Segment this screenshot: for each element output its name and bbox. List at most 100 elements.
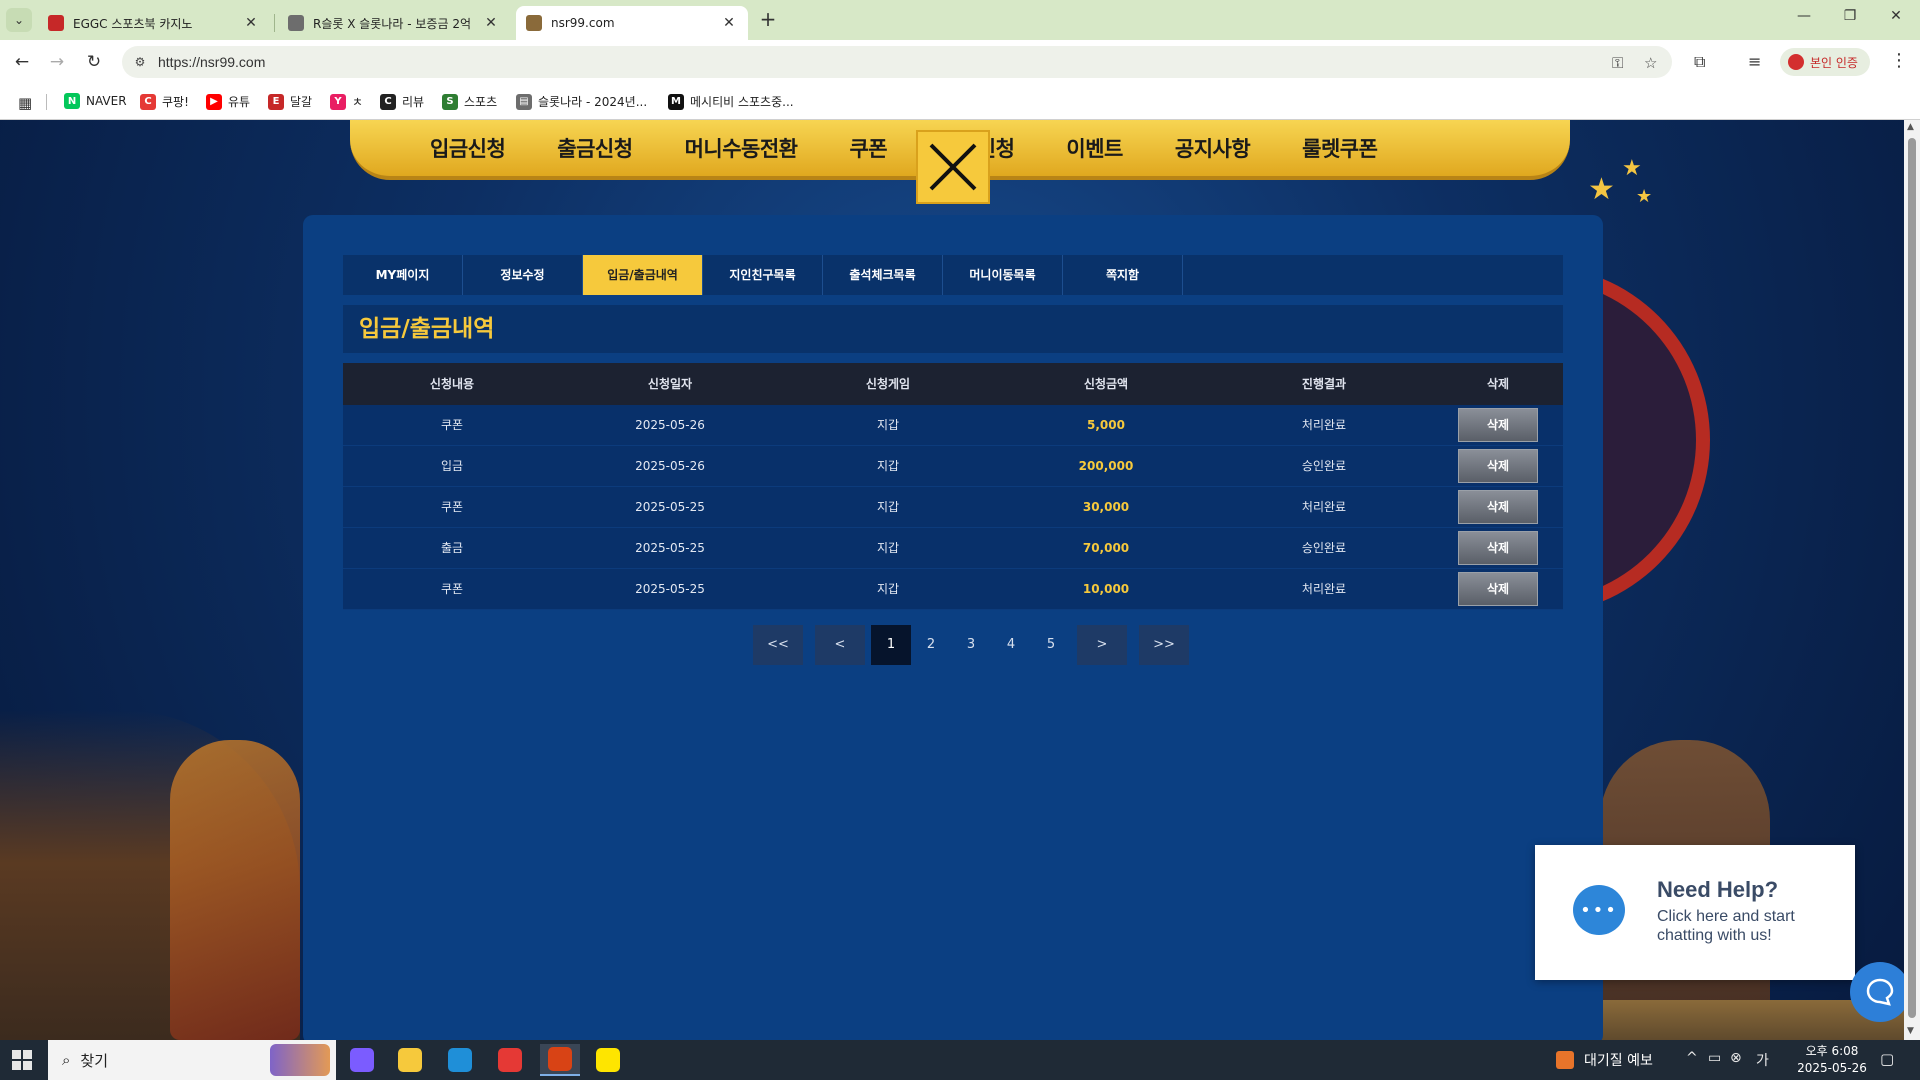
bookmark-item[interactable]: S 스포츠 bbox=[442, 93, 497, 110]
nav-item[interactable]: 머니수동전환 bbox=[685, 133, 798, 163]
nav-item[interactable]: 출금신청 bbox=[557, 133, 633, 163]
nav-item[interactable]: 쿠폰 bbox=[849, 133, 887, 163]
taskbar-app-edge[interactable] bbox=[440, 1044, 480, 1076]
subtab-item[interactable]: 지인친구목록 bbox=[703, 255, 823, 295]
nav-item[interactable]: 이벤트 bbox=[1066, 133, 1123, 163]
bookmark-separator bbox=[46, 94, 47, 110]
page-scrollbar[interactable]: ▲ ▼ bbox=[1904, 120, 1920, 1040]
close-window-button[interactable]: ✕ bbox=[1876, 8, 1916, 32]
subtab-item[interactable]: 쪽지함 bbox=[1063, 255, 1183, 295]
nav-item[interactable]: 공지사항 bbox=[1175, 133, 1251, 163]
delete-button[interactable]: 삭제 bbox=[1458, 408, 1538, 442]
last-page-button[interactable]: >> bbox=[1139, 625, 1189, 665]
url-text[interactable]: https://nsr99.com bbox=[158, 54, 265, 70]
chat-launcher-button[interactable] bbox=[1850, 962, 1904, 1022]
page-number-button[interactable]: 2 bbox=[911, 625, 951, 665]
cell-action: 삭제 bbox=[1433, 487, 1563, 527]
subtab-item[interactable]: 입금/출금내역 bbox=[583, 255, 703, 295]
favicon-icon bbox=[288, 15, 304, 31]
bookmark-item[interactable]: C 쿠팡! bbox=[140, 93, 189, 110]
minimize-button[interactable]: — bbox=[1784, 8, 1824, 32]
page-number-button[interactable]: 3 bbox=[951, 625, 991, 665]
close-tab-icon[interactable]: ✕ bbox=[242, 15, 260, 31]
bookmark-item[interactable]: Yㅊ bbox=[330, 93, 363, 110]
forward-button[interactable]: → bbox=[45, 50, 69, 74]
taskbar-app-kakaotalk[interactable] bbox=[588, 1044, 628, 1076]
new-tab-button[interactable]: + bbox=[756, 8, 780, 32]
subtab-item[interactable]: MY페이지 bbox=[343, 255, 463, 295]
page-number-button[interactable]: 5 bbox=[1031, 625, 1071, 665]
taskbar-app-chrome-profile[interactable] bbox=[540, 1044, 580, 1076]
profile-label: 본인 인증 bbox=[1810, 55, 1858, 70]
page-viewport: ★ ★ ★ 입금신청출금신청머니수동전환쿠폰콤프신청이벤트공지사항룰렛쿠폰 MY… bbox=[0, 120, 1904, 1040]
network-icon[interactable]: ▭ bbox=[1708, 1050, 1721, 1066]
extensions-icon[interactable]: ⧉ bbox=[1694, 52, 1705, 72]
scroll-down-icon[interactable]: ▼ bbox=[1907, 1026, 1914, 1036]
bookmark-item[interactable]: ▶ 유튜 bbox=[206, 93, 250, 110]
subtab-item[interactable]: 출석체크목록 bbox=[823, 255, 943, 295]
prev-page-button[interactable]: < bbox=[815, 625, 865, 665]
bookmark-label: 메시티비 스포츠중... bbox=[690, 95, 794, 109]
arrow-right-icon: → bbox=[49, 52, 65, 72]
delete-button[interactable]: 삭제 bbox=[1458, 572, 1538, 606]
system-clock[interactable]: 오후 6:08 2025-05-26 bbox=[1784, 1043, 1880, 1077]
column-header: 삭제 bbox=[1486, 377, 1510, 391]
page-number-button[interactable]: 4 bbox=[991, 625, 1031, 665]
input-language-icon[interactable]: 가 bbox=[1756, 1050, 1769, 1070]
apps-grid-icon[interactable]: ▦ bbox=[18, 94, 32, 112]
delete-button[interactable]: 삭제 bbox=[1458, 449, 1538, 483]
chat-bubble-icon: ••• bbox=[1573, 885, 1625, 935]
back-button[interactable]: ← bbox=[10, 50, 34, 74]
scrollbar-thumb[interactable] bbox=[1908, 138, 1916, 1018]
cell-type: 쿠폰 bbox=[440, 500, 464, 514]
taskbar-app-sticky-notes[interactable] bbox=[390, 1044, 430, 1076]
bookmark-item[interactable]: M 메시티비 스포츠중... bbox=[668, 93, 794, 110]
weather-widget[interactable]: 대기질 예보 bbox=[1556, 1050, 1653, 1070]
volume-muted-icon[interactable]: ⊗ bbox=[1730, 1050, 1742, 1066]
notification-icon[interactable]: ▢ bbox=[1880, 1050, 1894, 1068]
cell-type: 쿠폰 bbox=[440, 418, 464, 432]
taskbar-search[interactable]: ⌕ 찾기 bbox=[48, 1040, 336, 1080]
browser-tab-1[interactable]: EGGC 스포츠북 카지노 ✕ bbox=[38, 6, 270, 40]
first-page-button[interactable]: << bbox=[753, 625, 803, 665]
bookmark-item[interactable]: N NAVER bbox=[64, 93, 127, 109]
browser-tab-active[interactable]: nsr99.com ✕ bbox=[516, 6, 748, 40]
subtab-item[interactable]: 정보수정 bbox=[463, 255, 583, 295]
taskbar-app-chrome[interactable] bbox=[490, 1044, 530, 1076]
help-chat-widget[interactable]: ••• Need Help? Click here and start chat… bbox=[1535, 845, 1855, 980]
bookmark-favicon-icon: C bbox=[140, 93, 156, 110]
close-popup-button[interactable] bbox=[916, 130, 990, 204]
windows-logo-icon bbox=[23, 1061, 32, 1070]
bookmark-favicon-icon: M bbox=[668, 93, 684, 110]
site-info-icon[interactable]: ⚙ bbox=[132, 54, 148, 70]
delete-button[interactable]: 삭제 bbox=[1458, 531, 1538, 565]
scroll-up-icon[interactable]: ▲ bbox=[1907, 122, 1914, 132]
media-control-icon[interactable]: ≡ bbox=[1748, 52, 1761, 71]
bookmark-item[interactable]: C 리뷰 bbox=[380, 93, 424, 110]
tab-title: EGGC 스포츠북 카지노 bbox=[73, 16, 193, 31]
close-tab-icon[interactable]: ✕ bbox=[482, 15, 500, 31]
restore-button[interactable]: ❐ bbox=[1830, 8, 1870, 32]
password-key-icon[interactable]: ⚿ bbox=[1612, 54, 1623, 72]
browser-tab-2[interactable]: R슬롯 X 슬롯나라 - 보증금 2억 ✕ bbox=[278, 6, 510, 40]
more-menu-icon[interactable]: ⋮ bbox=[1890, 50, 1908, 71]
start-button[interactable] bbox=[12, 1050, 32, 1070]
address-bar[interactable]: ⚙ https://nsr99.com ⚿ ☆ bbox=[122, 46, 1672, 78]
windows-logo-icon bbox=[12, 1050, 21, 1059]
taskbar-app-copilot[interactable] bbox=[342, 1044, 382, 1076]
nav-item[interactable]: 룰렛쿠폰 bbox=[1302, 133, 1378, 163]
close-tab-icon[interactable]: ✕ bbox=[720, 15, 738, 31]
bookmark-star-icon[interactable]: ☆ bbox=[1644, 54, 1657, 72]
page-number-button[interactable]: 1 bbox=[871, 625, 911, 665]
reload-button[interactable]: ↻ bbox=[82, 50, 106, 74]
bookmark-item[interactable]: E 달갈 bbox=[268, 93, 312, 110]
profile-button[interactable]: 본인 인증 bbox=[1780, 48, 1870, 76]
browser-toolbar: ← → ↻ ⚙ https://nsr99.com ⚿ ☆ ⧉ ≡ 본인 인증 … bbox=[0, 40, 1920, 84]
tray-overflow-icon[interactable]: ^ bbox=[1686, 1050, 1698, 1066]
next-page-button[interactable]: > bbox=[1077, 625, 1127, 665]
delete-button[interactable]: 삭제 bbox=[1458, 490, 1538, 524]
nav-item[interactable]: 입금신청 bbox=[430, 133, 506, 163]
bookmark-item[interactable]: ▤ 슬롯나라 - 2024년... bbox=[516, 93, 647, 110]
subtab-item[interactable]: 머니이동목록 bbox=[943, 255, 1063, 295]
tab-search-button[interactable]: ⌄ bbox=[6, 8, 32, 32]
